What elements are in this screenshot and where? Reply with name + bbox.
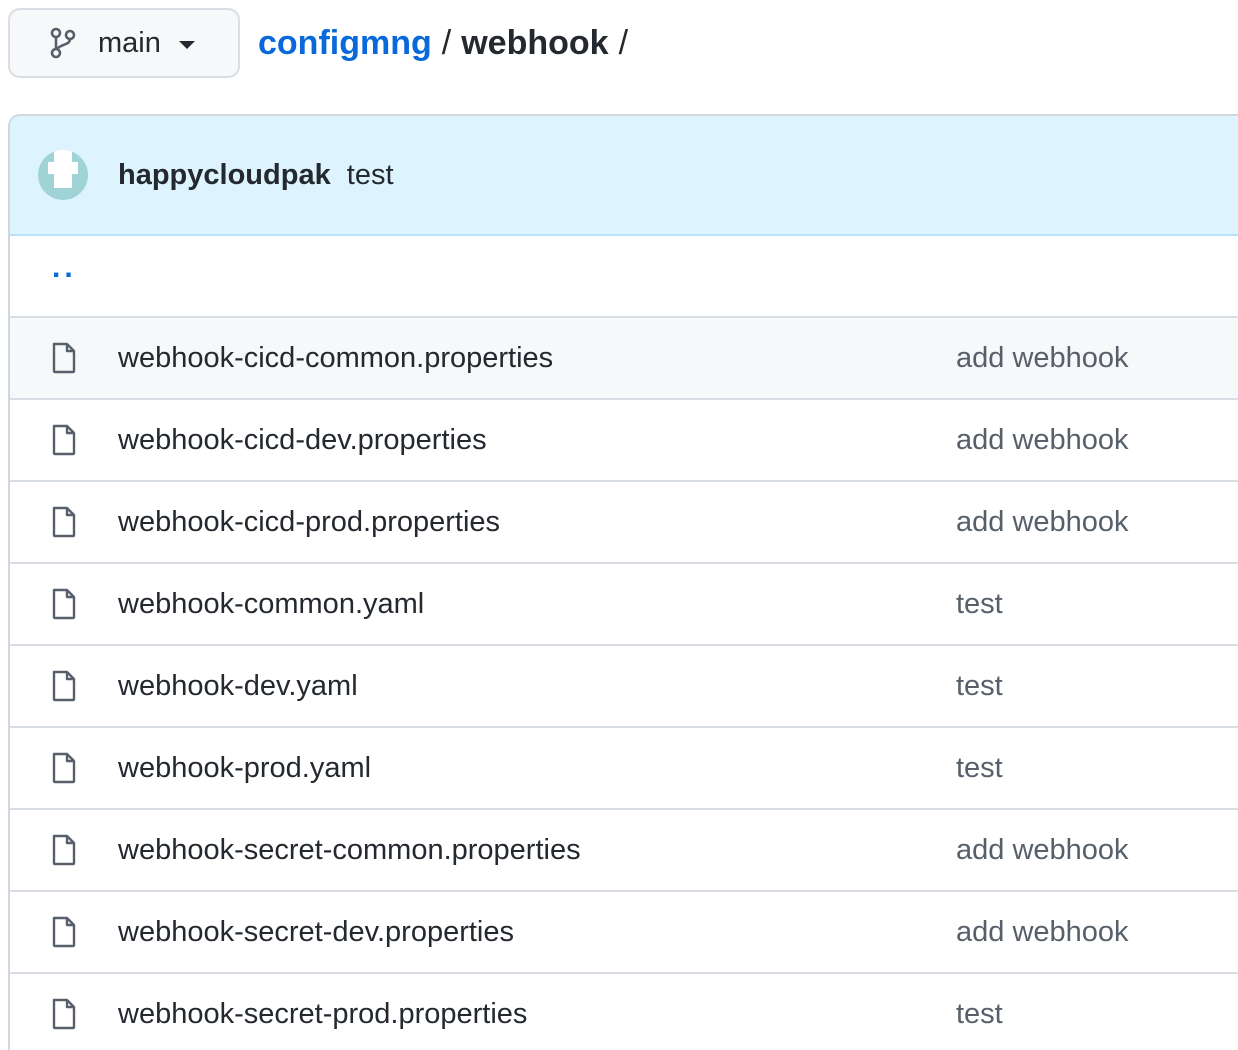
file-name-link[interactable]: webhook-prod.yaml [118,752,371,785]
file-name-link[interactable]: webhook-cicd-common.properties [118,342,553,375]
breadcrumb-current-folder: webhook [461,23,609,62]
breadcrumb: configmng / webhook / [258,24,638,63]
file-commit-message-link[interactable]: add webhook [956,834,1129,867]
commit-message[interactable]: test [347,159,394,191]
file-name-link[interactable]: webhook-secret-dev.properties [118,916,514,949]
file-rows: webhook-cicd-common.properties add webhoo… [10,318,1238,1050]
file-row[interactable]: webhook-common.yaml test [10,564,1238,646]
breadcrumb-repo-link[interactable]: configmng [258,24,432,63]
file-icon [50,833,78,867]
file-icon [50,751,78,785]
git-branch-icon [48,27,78,59]
branch-label: main [98,26,161,59]
file-list-box: happycloudpak test .. webhook-cicd-commo… [8,114,1238,1050]
commit-summary: happycloudpak test [118,159,394,192]
file-row[interactable]: webhook-cicd-common.properties add webhoo… [10,318,1238,400]
file-row[interactable]: webhook-dev.yaml test [10,646,1238,728]
file-row[interactable]: webhook-cicd-prod.properties add webhook [10,482,1238,564]
file-commit-message-link[interactable]: add webhook [956,342,1129,375]
avatar[interactable] [38,150,88,200]
file-icon [50,915,78,949]
commit-author-link[interactable]: happycloudpak [118,159,331,191]
file-name-link[interactable]: webhook-cicd-prod.properties [118,506,500,539]
parent-directory-link[interactable]: .. [52,251,77,285]
file-commit-message-link[interactable]: add webhook [956,916,1129,949]
chevron-down-icon [178,41,195,49]
file-icon [50,997,78,1031]
file-name-link[interactable]: webhook-secret-common.properties [118,834,581,867]
file-row[interactable]: webhook-secret-common.properties add webh… [10,810,1238,892]
file-row[interactable]: webhook-cicd-dev.properties add webhook [10,400,1238,482]
page: main configmng / webhook / happycloudpak [0,0,1238,1050]
file-icon [50,423,78,457]
file-icon [50,341,78,375]
file-row[interactable]: webhook-secret-prod.properties test [10,974,1238,1050]
parent-directory-row[interactable]: .. [10,236,1238,318]
file-row[interactable]: webhook-secret-dev.properties add webhook [10,892,1238,974]
file-row[interactable]: webhook-prod.yaml test [10,728,1238,810]
file-name-link[interactable]: webhook-cicd-dev.properties [118,424,487,457]
file-icon [50,669,78,703]
file-icon [50,587,78,621]
file-name-link[interactable]: webhook-dev.yaml [118,670,358,703]
file-commit-message-link[interactable]: test [956,670,1003,703]
file-commit-message-link[interactable]: add webhook [956,424,1129,457]
file-icon [50,505,78,539]
file-commit-message-link[interactable]: add webhook [956,506,1129,539]
file-commit-message-link[interactable]: test [956,998,1003,1031]
latest-commit-header: happycloudpak test [10,116,1238,236]
topbar: main configmng / webhook / [8,8,638,78]
breadcrumb-separator: / [441,23,452,62]
file-commit-message-link[interactable]: test [956,752,1003,785]
file-name-link[interactable]: webhook-common.yaml [118,588,424,621]
file-name-link[interactable]: webhook-secret-prod.properties [118,998,527,1031]
branch-select-button[interactable]: main [8,8,240,78]
file-commit-message-link[interactable]: test [956,588,1003,621]
breadcrumb-trailing-separator: / [618,23,629,62]
